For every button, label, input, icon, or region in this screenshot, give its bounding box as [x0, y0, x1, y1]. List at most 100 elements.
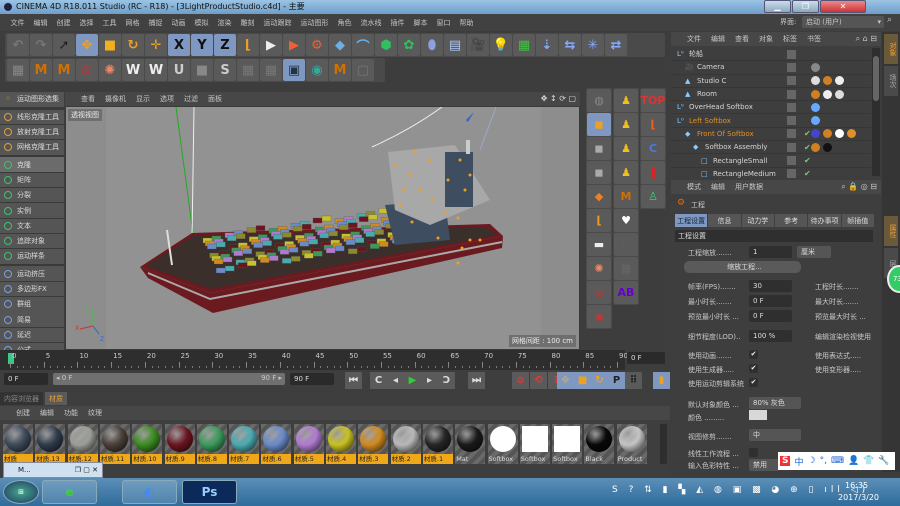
enabled-check-icon[interactable]: ✔	[804, 156, 811, 165]
menu-item[interactable]: 帮助	[455, 18, 478, 28]
key-pla-icon[interactable]: ⠿	[625, 372, 642, 389]
object-menu-item[interactable]: 编辑	[711, 34, 725, 44]
object-row[interactable]: □ RectangleMedium ✔	[671, 168, 871, 181]
palette-item[interactable]: 群组	[0, 297, 64, 312]
emitter-icon[interactable]: ▦	[513, 34, 535, 56]
material-tag-icon[interactable]	[811, 62, 820, 72]
ime-button[interactable]: ⌨	[831, 456, 844, 466]
y-axis-icon[interactable]: Y	[191, 34, 213, 56]
palette-item[interactable]: 克隆	[0, 157, 64, 172]
viewport-nav-icons[interactable]: ✥ ↕ ⟳ ▢	[541, 94, 576, 103]
attractor-icon[interactable]: ⇆	[559, 34, 581, 56]
menu-item[interactable]: 渲染	[213, 18, 236, 28]
menu-item[interactable]: 文件	[6, 18, 29, 28]
coordinate-system-icon[interactable]: ⌊	[237, 34, 259, 56]
object-row[interactable]: L⁰ OverHead Softbox	[671, 101, 871, 115]
people-pair-icon[interactable]: ♟	[614, 113, 638, 136]
menu-item[interactable]: 创建	[52, 18, 75, 28]
attribute-tab[interactable]: 帧插值	[841, 214, 874, 227]
lod-input[interactable]: 100 %	[749, 330, 792, 342]
pattern-2-icon[interactable]: ▦	[260, 59, 282, 81]
go-to-start-icon[interactable]: ⏮	[345, 372, 362, 389]
menu-item[interactable]: 运动跟踪	[259, 18, 296, 28]
next-key-icon[interactable]: Ↄ	[438, 372, 455, 389]
pattern-icon[interactable]: ▦	[237, 59, 259, 81]
use-generators-checkbox[interactable]: ✔	[749, 364, 758, 373]
default-color-select[interactable]: 80% 灰色	[749, 397, 801, 409]
material-swatch[interactable]: 材质.4	[326, 424, 356, 464]
render-view-icon[interactable]: ▶	[260, 34, 282, 56]
input-color-profile-select[interactable]: 禁用	[749, 459, 779, 471]
box-outline-icon[interactable]: ▢	[352, 59, 374, 81]
heart-icon[interactable]: ♥	[614, 209, 638, 232]
material-tag-icon[interactable]	[811, 76, 820, 86]
object-menu-item[interactable]: 书签	[807, 34, 821, 44]
link-icon[interactable]: ⌊	[641, 113, 665, 136]
key-param-icon[interactable]: P	[608, 372, 625, 389]
scale-icon[interactable]: ■	[99, 34, 121, 56]
mograph-selection-header[interactable]: ⁘ 运动图形选集	[0, 92, 64, 107]
object-row[interactable]: ◆ Front Of Softbox ✔	[671, 128, 871, 142]
object-menu-item[interactable]: 查看	[735, 34, 749, 44]
menu-item[interactable]: 角色	[333, 18, 356, 28]
object-menu-item[interactable]: 对象	[759, 34, 773, 44]
menu-item[interactable]: 捕捉	[144, 18, 167, 28]
prev-key-icon[interactable]: C	[370, 372, 387, 389]
model-mode-icon[interactable]: ◼	[587, 113, 611, 136]
material-swatch[interactable]: 材质.10	[132, 424, 163, 464]
viewport-menu-item[interactable]: 显示	[136, 94, 150, 104]
object-row[interactable]: L⁰ 轮船	[671, 48, 871, 62]
gradient-icon[interactable]: ▬	[587, 233, 611, 256]
character-icon[interactable]: ♙	[641, 185, 665, 208]
person-icon[interactable]: ♟	[614, 137, 638, 160]
spline-pen-icon[interactable]: ⌒	[352, 34, 374, 56]
rotate-icon[interactable]: ↻	[122, 34, 144, 56]
material-tag-icon[interactable]	[811, 102, 820, 112]
palette-item[interactable]: 实例	[0, 203, 64, 218]
material-panel-tab[interactable]: 内容浏览器	[0, 392, 43, 405]
points-mode-icon[interactable]: ◼	[587, 137, 611, 160]
polygons-mode-icon[interactable]: ◆	[587, 185, 611, 208]
ab-icon[interactable]: AB	[614, 281, 638, 304]
axis-icon[interactable]: ⌊	[587, 209, 611, 232]
palette-item[interactable]: 多边形FX	[0, 281, 64, 297]
menu-item[interactable]: 雕刻	[236, 18, 259, 28]
visibility-toggle[interactable]	[787, 129, 796, 139]
mograph-selection-icon[interactable]: ▦	[7, 59, 29, 81]
plugin-gear-2-icon[interactable]: M	[53, 59, 75, 81]
cinema4d-icon[interactable]: ◐	[122, 480, 177, 504]
viewport-menu-item[interactable]: 过滤	[184, 94, 198, 104]
material-swatch[interactable]: 材质.1	[422, 424, 453, 464]
coordinate-c-icon[interactable]: C	[641, 137, 665, 160]
layout-select[interactable]: 启动 (用户) ▾	[802, 16, 884, 28]
scale-unit-select[interactable]: 厘米	[797, 246, 831, 258]
palette-item[interactable]: 运动样条	[0, 249, 64, 264]
window-controls-icon[interactable]: ❐ ▢ ✕	[75, 463, 98, 477]
photoshop-icon[interactable]: Ps	[182, 480, 237, 504]
object-row[interactable]: □ RectangleSmall ✔	[671, 154, 871, 168]
array-icon[interactable]: ✿	[398, 34, 420, 56]
radial-dot-icon[interactable]: ◉	[587, 305, 611, 328]
square-icon[interactable]: ■	[191, 59, 213, 81]
viewport-menu-item[interactable]: 摄像机	[105, 94, 126, 104]
material-tag-icon[interactable]	[835, 76, 844, 86]
menu-item[interactable]: 模拟	[190, 18, 213, 28]
plugin-gear-3-icon[interactable]: M	[329, 59, 351, 81]
camera-icon[interactable]: 🎥	[467, 34, 489, 56]
material-tag-icon[interactable]	[835, 129, 844, 139]
object-row[interactable]: 🎥 Camera	[671, 61, 871, 75]
people-group-icon[interactable]: ♟	[614, 89, 638, 112]
clock-time[interactable]: 16:35	[845, 481, 868, 490]
key-position-icon[interactable]: ✥	[557, 372, 574, 389]
window-panel-icon[interactable]: ▣	[283, 59, 305, 81]
enabled-check-icon[interactable]: ✔	[804, 143, 811, 152]
material-tag-icon[interactable]	[823, 142, 832, 152]
ime-button[interactable]: 👕	[863, 456, 874, 466]
menu-item[interactable]: 网格	[121, 18, 144, 28]
render-to-picture-viewer-icon[interactable]: ▶	[283, 34, 305, 56]
object-scrollbar[interactable]	[872, 48, 880, 176]
live-selection-icon[interactable]: ➚	[53, 34, 75, 56]
z-axis-icon[interactable]: Z	[214, 34, 236, 56]
browser-icon[interactable]: e	[42, 480, 97, 504]
start-button[interactable]: ⊞	[3, 480, 39, 504]
